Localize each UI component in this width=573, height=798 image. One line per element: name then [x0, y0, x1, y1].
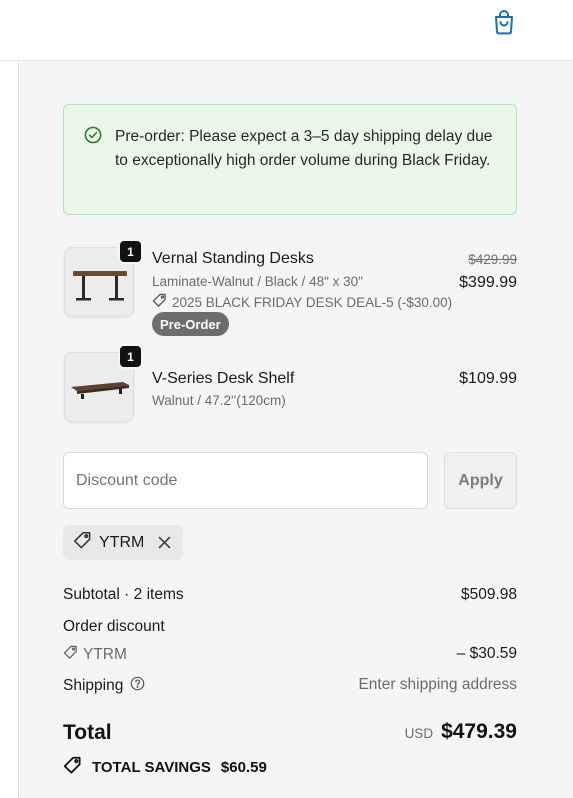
- tag-icon: [63, 645, 78, 665]
- banner-text: Pre-order: Please expect a 3–5 day shipp…: [115, 128, 493, 169]
- discount-code-input[interactable]: [63, 452, 428, 509]
- subtotal-value: $509.98: [460, 586, 517, 603]
- item-name: V-Series Desk Shelf: [152, 370, 295, 387]
- preorder-badge: Pre-Order: [152, 312, 229, 336]
- line-item: 1 V-Series Desk Shelf Walnut / 47.2''(12…: [63, 344, 517, 424]
- main-pane-edge: [0, 61, 19, 798]
- total-label: Total: [63, 721, 112, 744]
- item-name: Vernal Standing Desks: [152, 250, 314, 267]
- quantity-badge: 1: [118, 344, 143, 369]
- help-icon[interactable]: [130, 676, 145, 696]
- savings-tag-icon: [63, 756, 82, 779]
- shopping-bag-icon[interactable]: [490, 8, 518, 36]
- item-price: $109.99: [459, 370, 517, 387]
- order-summary: Pre-order: Please expect a 3–5 day shipp…: [20, 61, 573, 798]
- item-variant: Walnut / 47.2''(120cm): [152, 393, 286, 408]
- total-value: $479.39: [441, 720, 517, 743]
- applied-discount-chip: YTRM: [63, 525, 184, 560]
- shipping-row: Shipping: [63, 676, 145, 696]
- currency-code: USD: [404, 726, 434, 741]
- remove-discount-icon[interactable]: [155, 534, 173, 552]
- check-circle-icon: [84, 126, 102, 144]
- line-item: 1 Vernal Standing Desks Laminate-Walnut …: [63, 239, 517, 337]
- order-discount-code-text: YTRM: [83, 646, 127, 663]
- tag-icon: [152, 293, 167, 311]
- preorder-banner: Pre-order: Please expect a 3–5 day shipp…: [63, 104, 517, 215]
- total-amount: USD $479.39: [405, 720, 517, 744]
- savings-value: $60.59: [220, 759, 267, 776]
- applied-code: YTRM: [99, 533, 145, 551]
- order-discount-value: – $30.59: [456, 645, 517, 662]
- subtotal-label: Subtotal · 2 items: [63, 586, 184, 603]
- total-savings: TOTAL SAVINGS $60.59: [63, 756, 267, 779]
- item-price: $399.99: [459, 274, 517, 291]
- quantity-badge: 1: [118, 239, 143, 264]
- item-discount: 2025 BLACK FRIDAY DESK DEAL-5 (-$30.00): [152, 293, 452, 311]
- tag-icon: [73, 531, 92, 555]
- original-price: $429.99: [468, 252, 517, 267]
- item-discount-text: 2025 BLACK FRIDAY DESK DEAL-5 (-$30.00): [172, 294, 453, 310]
- header: [0, 0, 573, 61]
- shipping-value: Enter shipping address: [358, 676, 517, 693]
- shipping-label: Shipping: [63, 677, 124, 694]
- item-variant: Laminate-Walnut / Black / 48" x 30": [152, 274, 363, 289]
- apply-discount-button[interactable]: Apply: [444, 452, 517, 509]
- savings-label: TOTAL SAVINGS: [92, 759, 211, 776]
- order-discount-code: YTRM: [63, 645, 127, 665]
- order-discount-label: Order discount: [63, 618, 165, 635]
